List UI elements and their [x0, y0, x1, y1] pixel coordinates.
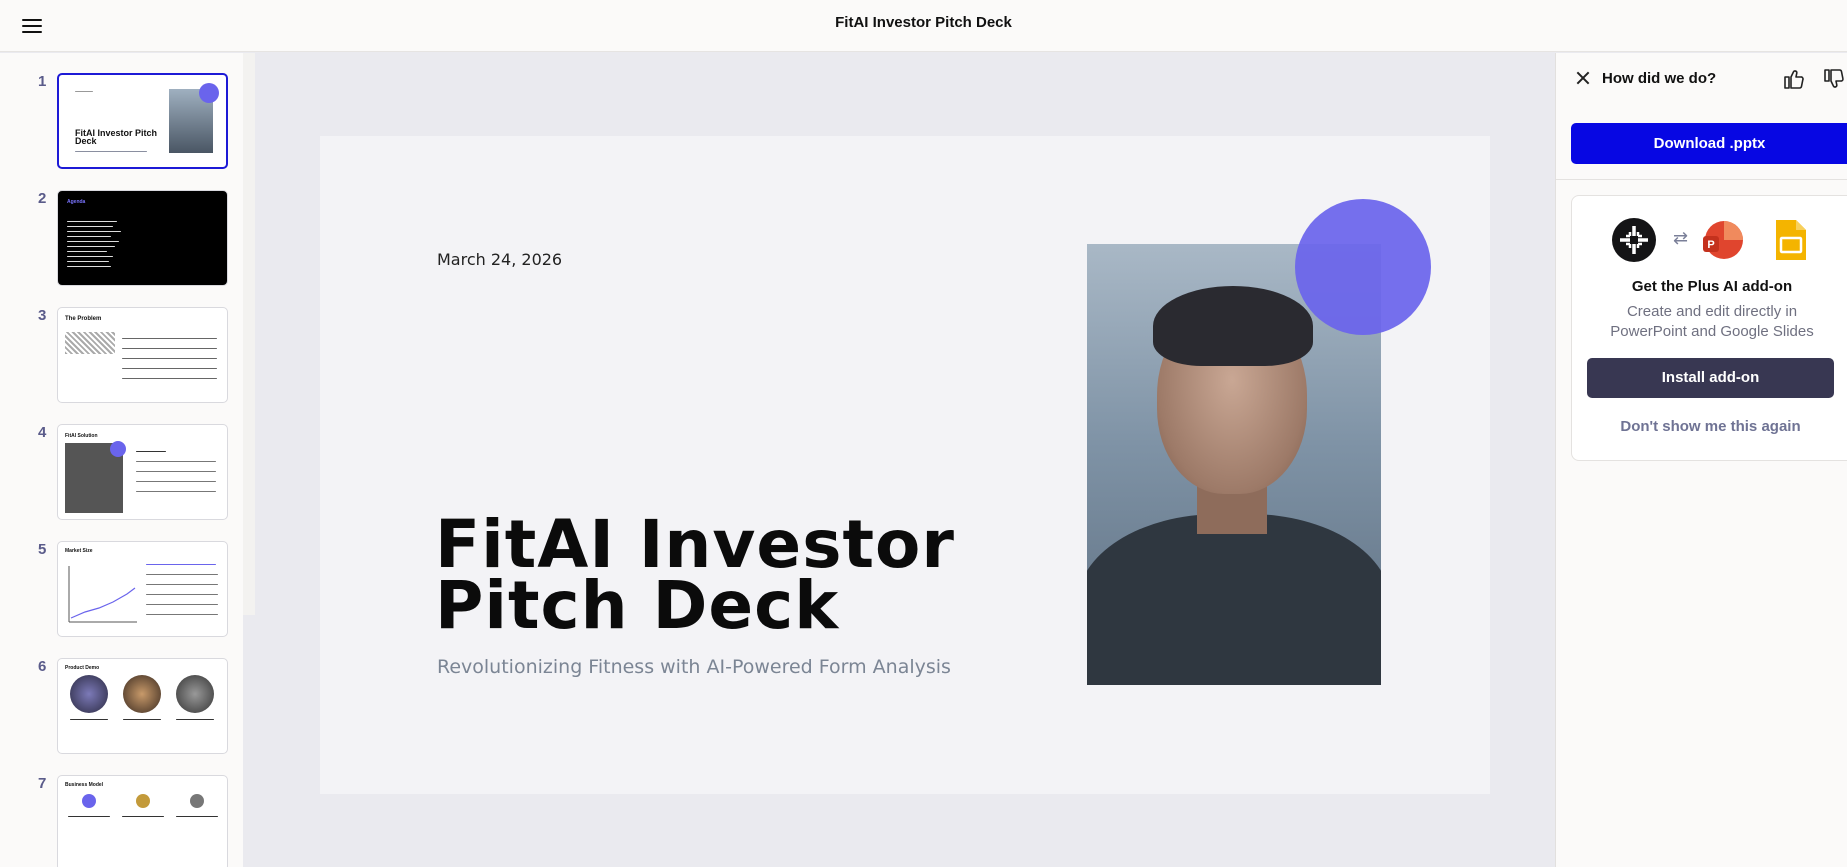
thumbnail-title: FitAI Solution [65, 433, 98, 439]
dont-show-again-link[interactable]: Don't show me this again [1572, 418, 1847, 435]
slide-thumbnail-row[interactable]: 4 FitAI Solution [0, 424, 243, 524]
slide-thumbnail-6[interactable]: Product Demo [57, 658, 228, 754]
slide-number: 5 [38, 541, 47, 558]
slide-number: 4 [38, 424, 47, 441]
plus-ai-logo-icon [1612, 218, 1656, 262]
top-bar: FitAI Investor Pitch Deck [0, 0, 1847, 52]
close-icon[interactable] [1574, 69, 1592, 87]
divider [1556, 179, 1847, 180]
thumbnail-chart [68, 566, 137, 623]
slide-number: 6 [38, 658, 47, 675]
slide-number: 1 [38, 73, 47, 90]
slide-number: 7 [38, 775, 47, 792]
powerpoint-icon: P [1703, 221, 1743, 259]
thumbs-up-icon[interactable] [1782, 67, 1806, 91]
addon-title: Get the Plus AI add-on [1631, 278, 1793, 295]
right-panel: How did we do? Download .pptx ⇄ P Get th… [1555, 53, 1847, 867]
slide-thumbnail-4[interactable]: FitAI Solution [57, 424, 228, 520]
slide-preview[interactable]: March 24, 2026 FitAI Investor Pitch Deck… [320, 136, 1490, 794]
slide-date: March 24, 2026 [437, 250, 563, 269]
swap-arrows-icon: ⇄ [1673, 228, 1689, 248]
document-title: FitAI Investor Pitch Deck [835, 14, 1012, 31]
slide-thumbnail-row[interactable]: 2 Agenda [0, 190, 243, 290]
thumbnail-title: Agenda [67, 199, 86, 205]
slide-number: 2 [38, 190, 47, 207]
svg-text:P: P [1707, 239, 1714, 251]
thumbnail-accent-circle [199, 83, 219, 103]
slide-number: 3 [38, 307, 47, 324]
feedback-label: How did we do? [1602, 70, 1717, 87]
thumbnail-title: Business Model [65, 782, 104, 788]
slide-thumbnail-sidebar: 1 FitAI Investor Pitch Deck 2 Agenda 3 T… [0, 53, 243, 867]
feedback-row: How did we do? [1556, 53, 1847, 107]
slide-thumbnail-5[interactable]: Market Size [57, 541, 228, 637]
thumbnail-title: Product Demo [65, 665, 100, 671]
thumbnail-title: Market Size [65, 548, 93, 554]
slide-thumbnail-2[interactable]: Agenda [57, 190, 228, 286]
slide-thumbnail-7[interactable]: Business Model [57, 775, 228, 867]
slide-thumbnail-row[interactable]: 1 FitAI Investor Pitch Deck [0, 73, 243, 173]
addon-description: Create and edit directly in PowerPoint a… [1610, 303, 1814, 340]
thumbnail-title: FitAI Investor Pitch Deck [75, 128, 158, 146]
accent-circle [1295, 199, 1431, 335]
install-addon-button[interactable]: Install add-on [1587, 358, 1834, 398]
sidebar-scrollbar[interactable] [243, 53, 255, 615]
slide-canvas: March 24, 2026 FitAI Investor Pitch Deck… [255, 53, 1555, 867]
slide-thumbnail-row[interactable]: 6 Product Demo [0, 658, 243, 758]
slide-thumbnail-row[interactable]: 5 Market Size [0, 541, 243, 641]
slide-subtitle: Revolutionizing Fitness with AI-Powered … [437, 656, 951, 678]
thumbnail-title: The Problem [65, 316, 102, 322]
thumbs-down-icon[interactable] [1822, 67, 1846, 91]
download-pptx-button[interactable]: Download .pptx [1571, 123, 1847, 164]
slide-title: FitAI Investor Pitch Deck [435, 506, 955, 644]
slide-thumbnail-3[interactable]: The Problem [57, 307, 228, 403]
slide-thumbnail-row[interactable]: 3 The Problem [0, 307, 243, 407]
addon-promo-card: ⇄ P Get the Plus AI add-on Create and ed… [1571, 195, 1847, 461]
google-slides-icon [1776, 220, 1806, 260]
slide-thumbnail-1[interactable]: FitAI Investor Pitch Deck [57, 73, 228, 169]
slide-thumbnail-row[interactable]: 7 Business Model [0, 775, 243, 867]
